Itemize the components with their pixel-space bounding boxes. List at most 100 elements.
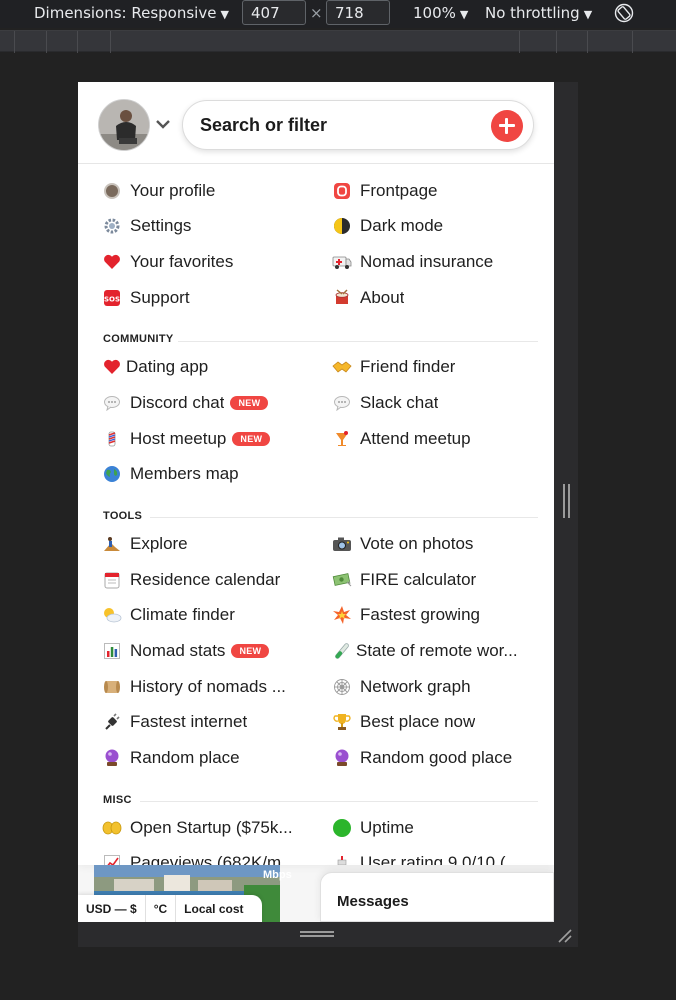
menu-item-uptime[interactable]: Uptime bbox=[332, 813, 414, 843]
messages-panel[interactable]: Messages bbox=[320, 872, 554, 922]
menu-item-label: Residence calendar bbox=[130, 570, 281, 589]
menu-item-label: Open Startup ($75k... bbox=[130, 818, 293, 837]
device-viewport: Ad Search or filter Y bbox=[78, 82, 554, 922]
test-tube-icon bbox=[332, 641, 352, 661]
handshake-icon bbox=[332, 357, 352, 377]
ship-icon bbox=[332, 853, 352, 865]
menu-item-your-profile[interactable]: Your profile bbox=[102, 176, 215, 206]
menu-item-open-startup[interactable]: Open Startup ($75k... bbox=[102, 813, 302, 843]
menu-item-best-place-now[interactable]: Best place now bbox=[332, 707, 475, 737]
sos-icon: SOS bbox=[102, 288, 122, 308]
menu-item-your-favorites[interactable]: Your favorites bbox=[102, 247, 233, 277]
zoom-dropdown[interactable]: 100% ▼ bbox=[413, 4, 468, 22]
menu-item-label: Dating app bbox=[126, 357, 209, 376]
menu-item-label: State of remote wor... bbox=[356, 641, 518, 660]
add-plus-button[interactable] bbox=[491, 110, 523, 142]
media-query-ruler[interactable] bbox=[0, 30, 676, 53]
gear-icon bbox=[102, 216, 122, 236]
nav-menu-panel: Search or filter Your profile Settings Y… bbox=[78, 82, 554, 865]
menu-item-label: Settings bbox=[130, 216, 192, 235]
menu-item-label: Nomad stats bbox=[130, 641, 226, 660]
menu-item-support[interactable]: SOS Support bbox=[102, 283, 190, 313]
crystal-ball-icon bbox=[102, 748, 122, 768]
plug-icon bbox=[102, 712, 122, 732]
throttling-dropdown[interactable]: No throttling ▼ bbox=[485, 4, 592, 22]
times-separator: × bbox=[310, 4, 323, 22]
menu-item-fire-calculator[interactable]: FIRE calculator bbox=[332, 565, 476, 595]
messages-title: Messages bbox=[337, 893, 409, 910]
chevron-down-icon[interactable] bbox=[155, 118, 171, 130]
menu-item-label: Fastest growing bbox=[360, 605, 480, 624]
section-divider bbox=[178, 341, 538, 342]
user-avatar[interactable] bbox=[98, 99, 150, 151]
menu-item-label: Vote on photos bbox=[360, 534, 474, 553]
crystal-ball-icon bbox=[332, 748, 352, 768]
menu-item-label: Network graph bbox=[360, 677, 471, 696]
menu-item-label: Pageviews (682K/m... bbox=[130, 853, 296, 865]
menu-item-climate-finder[interactable]: Climate finder bbox=[102, 600, 235, 630]
sun-cloud-icon bbox=[102, 605, 122, 625]
menu-item-state-of-remote-work[interactable]: State of remote wor... bbox=[332, 636, 532, 666]
section-title-misc: MISC bbox=[103, 794, 132, 806]
menu-item-discord-chat[interactable]: Discord chat NEW bbox=[102, 388, 269, 418]
menu-item-random-good-place[interactable]: Random good place bbox=[332, 743, 512, 773]
menu-item-attend-meetup[interactable]: Attend meetup bbox=[332, 424, 471, 454]
menu-item-fastest-internet[interactable]: Fastest internet bbox=[102, 707, 247, 737]
width-resize-handle[interactable] bbox=[563, 484, 570, 518]
menu-item-label: Friend finder bbox=[360, 357, 456, 376]
menu-item-vote-on-photos[interactable]: Vote on photos bbox=[332, 529, 473, 559]
search-input[interactable]: Search or filter bbox=[182, 100, 534, 150]
new-badge: NEW bbox=[232, 432, 271, 446]
currency-selector[interactable]: USD — $ bbox=[78, 895, 146, 922]
menu-item-label: Fastest internet bbox=[130, 712, 248, 731]
height-input[interactable]: 718 bbox=[326, 0, 390, 25]
menu-item-slack-chat[interactable]: Slack chat bbox=[332, 388, 438, 418]
menu-item-label: Uptime bbox=[360, 818, 414, 837]
new-badge: NEW bbox=[230, 396, 269, 410]
menu-item-history-of-nomads[interactable]: History of nomads ... bbox=[102, 672, 298, 702]
camera-icon bbox=[332, 534, 352, 554]
local-cost-toggle[interactable]: Local cost bbox=[176, 895, 251, 922]
devtools-device-toolbar: Dimensions: Responsive ▼ 407 × 718 100% ▼ … bbox=[0, 0, 676, 28]
menu-item-label: History of nomads ... bbox=[130, 677, 286, 696]
menu-item-members-map[interactable]: Members map bbox=[102, 459, 239, 489]
menu-item-nomad-insurance[interactable]: Nomad insurance bbox=[332, 247, 493, 277]
scroll-icon bbox=[102, 677, 122, 697]
nomad-logo-icon bbox=[332, 181, 352, 201]
drum-icon bbox=[332, 288, 352, 308]
temperature-unit-selector[interactable]: °C bbox=[146, 895, 177, 922]
cocktail-icon bbox=[332, 429, 352, 449]
menu-item-label: About bbox=[360, 288, 405, 307]
boom-icon bbox=[332, 605, 352, 625]
menu-item-fastest-growing[interactable]: Fastest growing bbox=[332, 600, 480, 630]
menu-item-pageviews[interactable]: Pageviews (682K/m... bbox=[102, 848, 298, 865]
menu-item-explore[interactable]: Explore bbox=[102, 529, 188, 559]
menu-item-host-meetup[interactable]: Host meetup NEW bbox=[102, 424, 271, 454]
menu-item-random-place[interactable]: Random place bbox=[102, 743, 240, 773]
menu-item-label: Slack chat bbox=[360, 393, 439, 412]
menu-item-friend-finder[interactable]: Friend finder bbox=[332, 352, 455, 382]
menu-item-network-graph[interactable]: Network graph bbox=[332, 672, 471, 702]
menu-item-about[interactable]: About bbox=[332, 283, 404, 313]
mbps-label: Mbps bbox=[263, 869, 292, 881]
rotate-icon[interactable] bbox=[614, 3, 634, 23]
dimensions-dropdown[interactable]: Dimensions: Responsive ▼ bbox=[34, 4, 229, 22]
corner-resize-icon[interactable] bbox=[556, 927, 572, 943]
menu-item-dating-app[interactable]: Dating app bbox=[102, 352, 208, 382]
menu-item-nomad-stats[interactable]: Nomad stats NEW bbox=[102, 636, 270, 666]
menu-item-settings[interactable]: Settings bbox=[102, 211, 191, 241]
menu-item-label: Host meetup bbox=[130, 429, 227, 448]
calendar-icon bbox=[102, 570, 122, 590]
dropdown-caret-icon: ▼ bbox=[583, 8, 593, 21]
menu-item-user-rating[interactable]: User rating 9.0/10 (... bbox=[332, 848, 532, 865]
menu-item-label: Attend meetup bbox=[360, 429, 471, 448]
menu-item-residence-calendar[interactable]: Residence calendar bbox=[102, 565, 280, 595]
menu-item-dark-mode[interactable]: Dark mode bbox=[332, 211, 443, 241]
menu-item-frontpage[interactable]: Frontpage bbox=[332, 176, 438, 206]
height-resize-handle[interactable] bbox=[300, 931, 334, 937]
menu-item-label: Your favorites bbox=[130, 252, 234, 271]
red-heart-icon bbox=[102, 357, 122, 377]
section-divider bbox=[150, 517, 538, 518]
new-badge: NEW bbox=[231, 644, 270, 658]
width-input[interactable]: 407 bbox=[242, 0, 306, 25]
